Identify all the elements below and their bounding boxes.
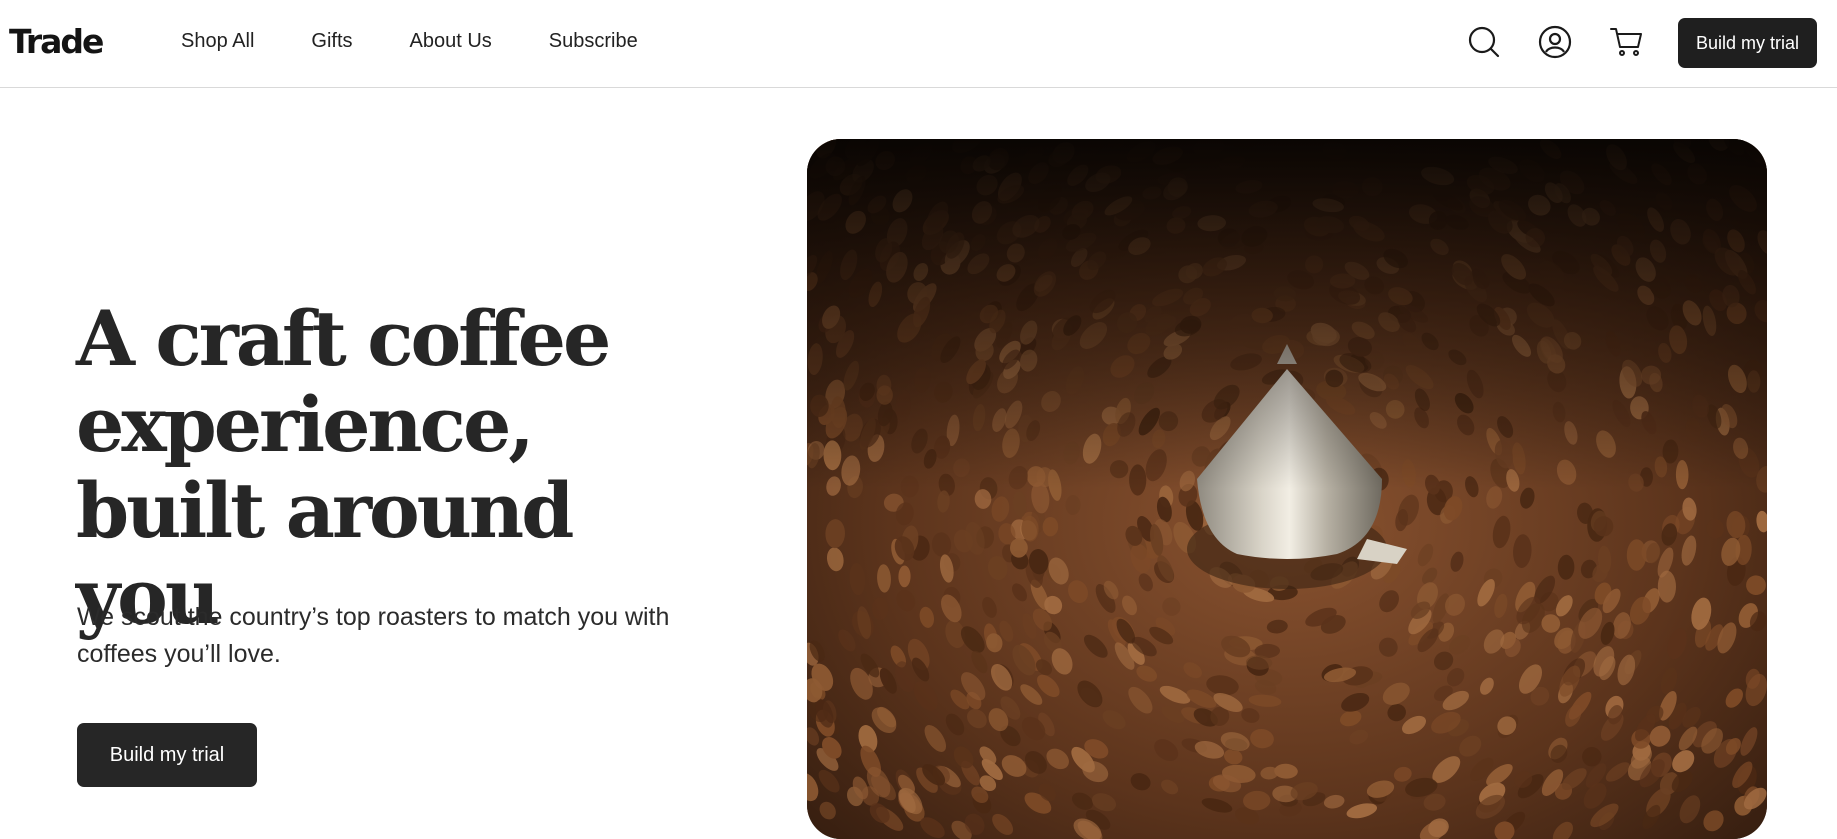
coffee-beans-image — [807, 139, 1767, 839]
nav-link-about-us[interactable]: About Us — [410, 30, 492, 53]
account-icon[interactable] — [1537, 24, 1573, 60]
hero-subtitle: We scout the country’s top roasters to m… — [77, 603, 670, 668]
search-icon[interactable] — [1466, 24, 1502, 60]
brand-logo[interactable]: Trade — [9, 22, 104, 61]
nav-link-subscribe[interactable]: Subscribe — [549, 30, 638, 53]
cart-icon[interactable] — [1609, 24, 1645, 60]
main-nav: Shop All Gifts About Us Subscribe — [181, 30, 638, 53]
hero-coffee-video[interactable] — [807, 139, 1767, 839]
header-build-trial-button[interactable]: Build my trial — [1678, 18, 1817, 68]
nav-link-gifts[interactable]: Gifts — [311, 30, 352, 53]
site-header: Trade Shop All Gifts About Us Subscribe … — [0, 0, 1837, 88]
nav-link-shop-all[interactable]: Shop All — [181, 30, 254, 53]
hero-build-trial-button[interactable]: Build my trial — [77, 723, 257, 787]
hero-title: A craft coffee experience, built around … — [76, 294, 611, 641]
